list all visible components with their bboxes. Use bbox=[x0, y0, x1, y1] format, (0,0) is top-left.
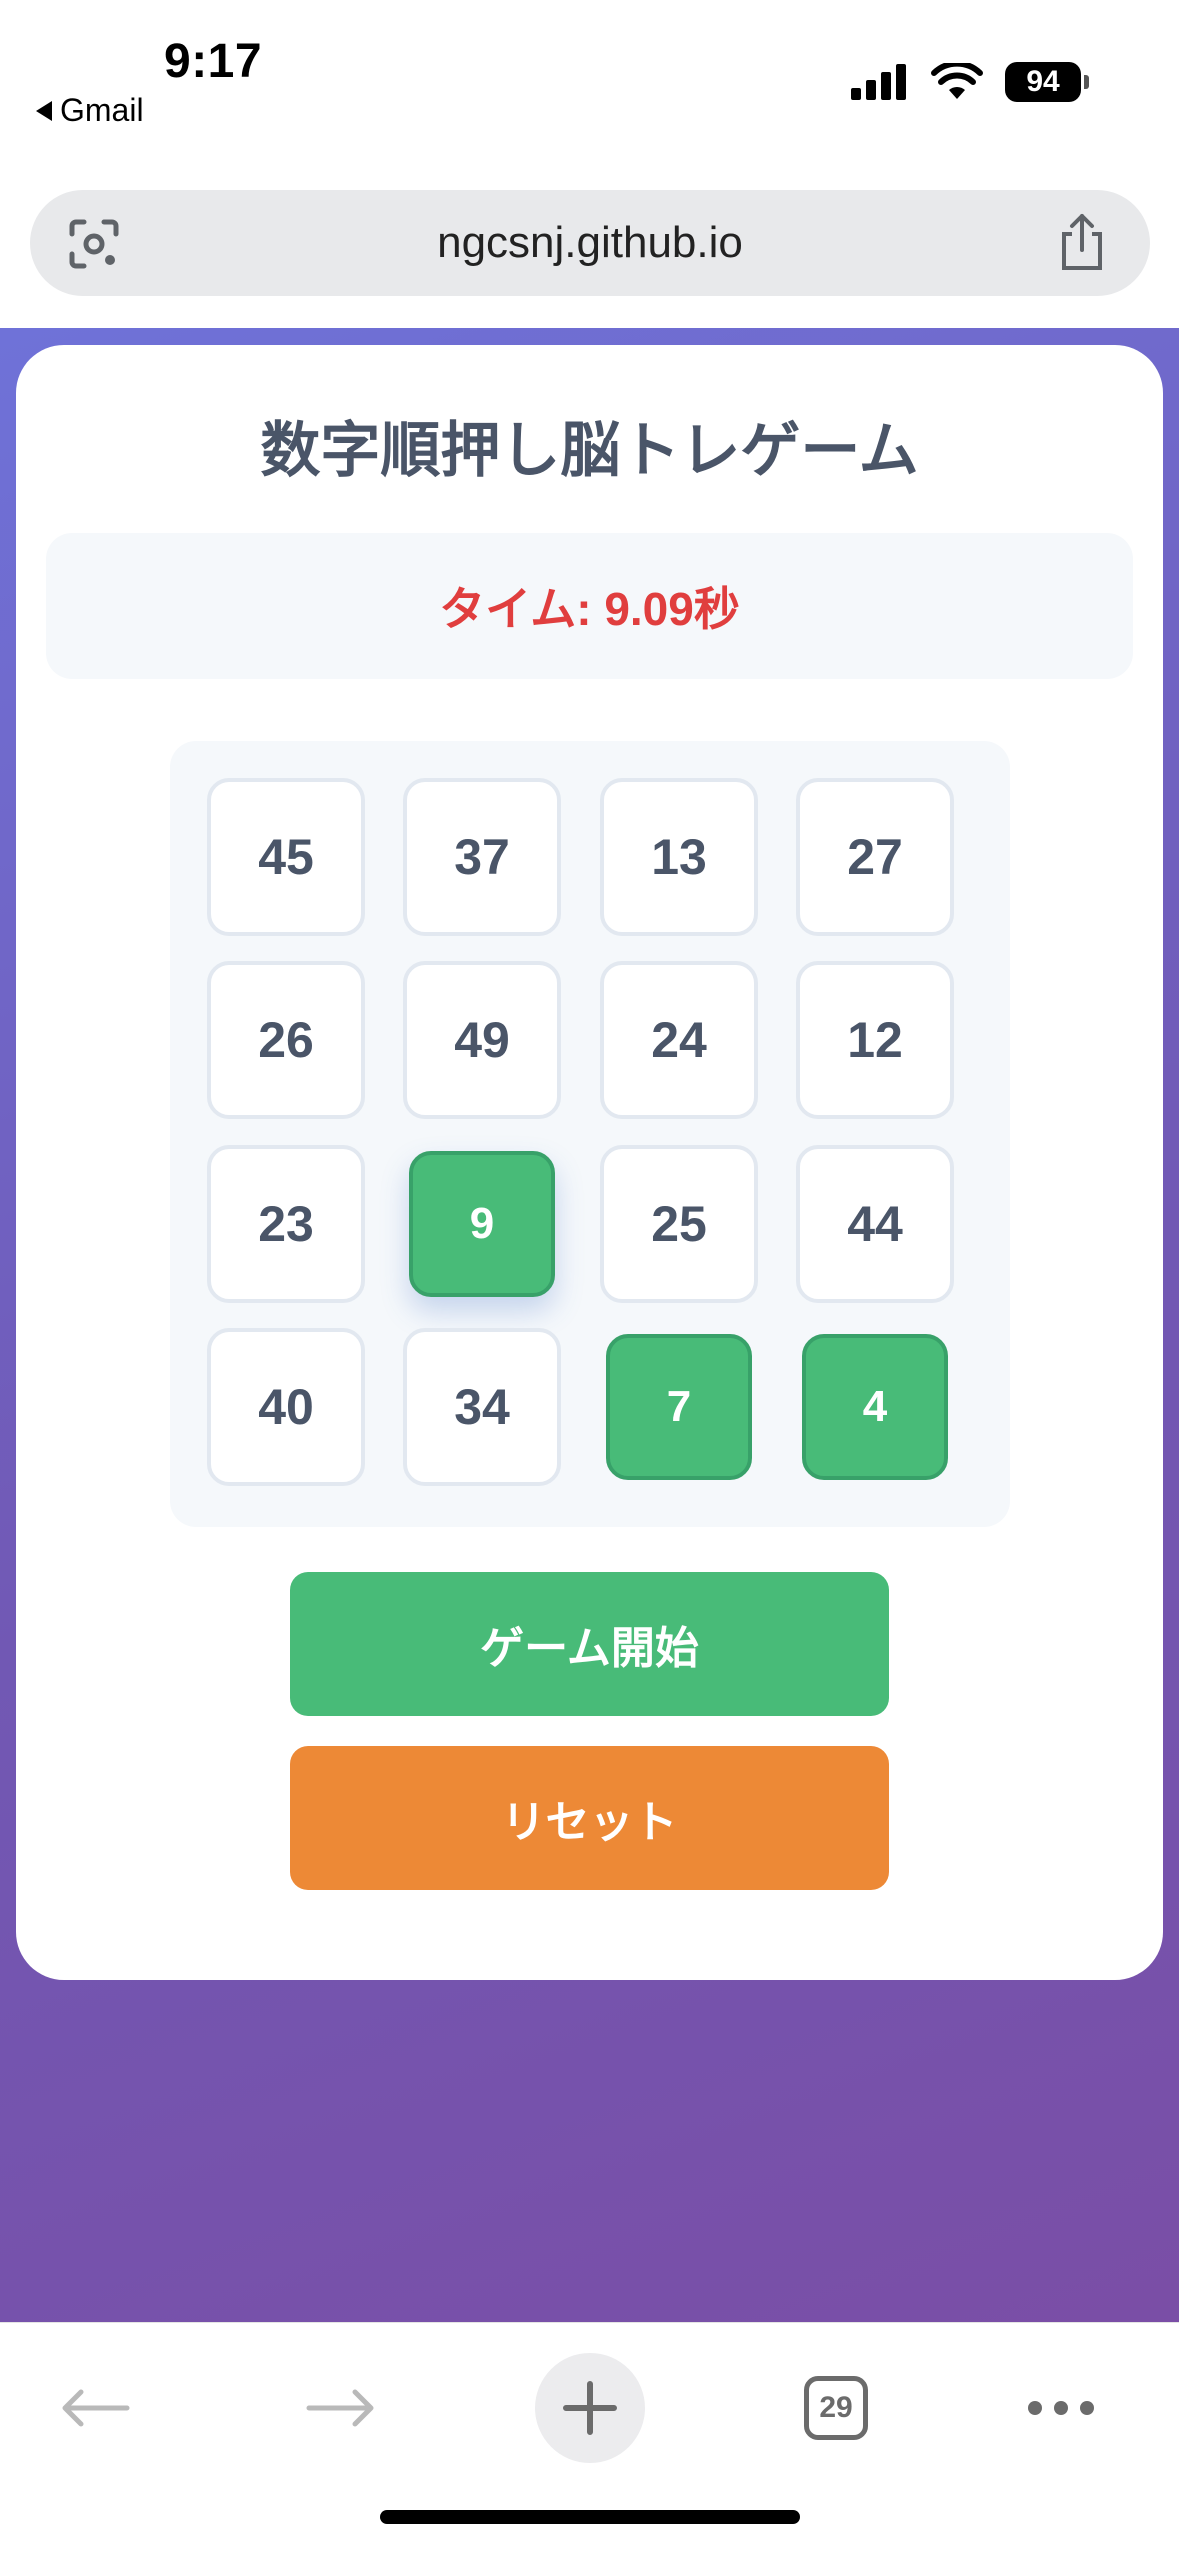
share-icon[interactable] bbox=[1054, 212, 1110, 272]
back-arrow-icon bbox=[62, 2389, 130, 2427]
more-menu-button[interactable] bbox=[1006, 2353, 1116, 2463]
number-tile[interactable]: 13 bbox=[600, 778, 758, 936]
reset-button[interactable]: リセット bbox=[290, 1746, 889, 1890]
number-tile[interactable]: 45 bbox=[207, 778, 365, 936]
tab-count-label: 29 bbox=[819, 2391, 853, 2424]
number-tile[interactable]: 12 bbox=[796, 961, 954, 1119]
start-game-button[interactable]: ゲーム開始 bbox=[290, 1572, 889, 1716]
battery-level: 94 bbox=[1026, 65, 1060, 98]
tabs-icon: 29 bbox=[804, 2376, 868, 2440]
number-tile[interactable]: 44 bbox=[796, 1145, 954, 1303]
back-to-app-link[interactable]: Gmail bbox=[36, 92, 144, 129]
url-text: ngcsnj.github.io bbox=[437, 218, 743, 267]
address-bar[interactable]: ngcsnj.github.io bbox=[30, 190, 1150, 296]
cellular-signal-icon bbox=[851, 64, 906, 100]
number-tile[interactable]: 49 bbox=[403, 961, 561, 1119]
battery-icon: 94 bbox=[1005, 62, 1089, 102]
home-indicator bbox=[380, 2510, 800, 2524]
new-tab-button[interactable] bbox=[535, 2353, 645, 2463]
back-button[interactable] bbox=[40, 2353, 150, 2463]
number-tile-completed[interactable]: 9 bbox=[409, 1151, 555, 1297]
number-tile[interactable]: 37 bbox=[403, 778, 561, 936]
number-tile[interactable]: 25 bbox=[600, 1145, 758, 1303]
timer-panel: タイム: 9.09秒 bbox=[46, 533, 1133, 679]
wifi-icon bbox=[931, 63, 983, 99]
number-tile[interactable]: 34 bbox=[403, 1328, 561, 1486]
timer-text: タイム: 9.09秒 bbox=[439, 583, 740, 635]
number-tile-completed[interactable]: 4 bbox=[802, 1334, 948, 1480]
new-tab-plus-icon bbox=[563, 2381, 617, 2435]
status-time: 9:17 bbox=[164, 35, 263, 88]
forward-arrow-icon bbox=[306, 2389, 374, 2427]
number-tile[interactable]: 27 bbox=[796, 778, 954, 936]
forward-button[interactable] bbox=[286, 2353, 396, 2463]
game-title: 数字順押し脳トレゲーム bbox=[260, 417, 919, 484]
status-bar: 9:17 Gmail 94 bbox=[0, 0, 1179, 165]
number-tile-completed[interactable]: 7 bbox=[606, 1334, 752, 1480]
status-indicators: 94 bbox=[851, 62, 1089, 102]
number-tile[interactable]: 26 bbox=[207, 961, 365, 1119]
back-app-label: Gmail bbox=[60, 92, 144, 128]
number-tile[interactable]: 24 bbox=[600, 961, 758, 1119]
number-tile[interactable]: 23 bbox=[207, 1145, 365, 1303]
back-triangle-icon bbox=[36, 100, 52, 121]
more-icon bbox=[1028, 2401, 1094, 2415]
tabs-button[interactable]: 29 bbox=[781, 2353, 891, 2463]
number-tile[interactable]: 40 bbox=[207, 1328, 365, 1486]
